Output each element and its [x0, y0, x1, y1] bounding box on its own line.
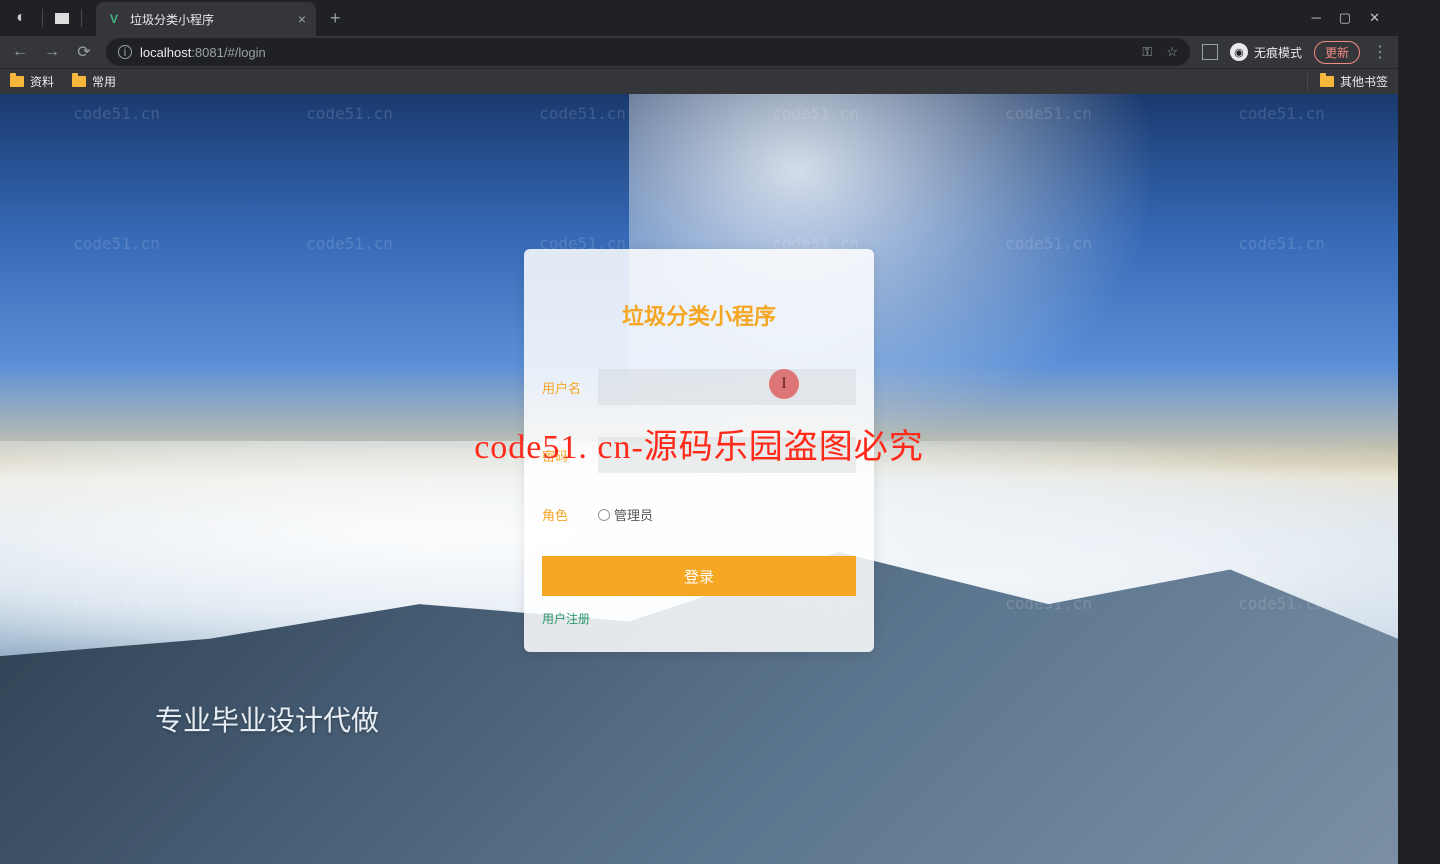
- folder-icon: [72, 76, 86, 87]
- browser-chrome: ◐ V 垃圾分类小程序 × + ─ ▢ ✕ ← → ⟳ i localhost:…: [0, 0, 1398, 94]
- os-app-icon: ◐: [12, 9, 30, 27]
- incognito-icon: ◉: [1230, 43, 1248, 61]
- folder-icon: [10, 76, 24, 87]
- site-info-icon[interactable]: i: [118, 45, 132, 59]
- radio-icon: [598, 509, 610, 521]
- bookmark-folder[interactable]: 常用: [72, 73, 116, 90]
- bookmark-folder[interactable]: 资料: [10, 73, 54, 90]
- extensions-icon[interactable]: [1202, 44, 1218, 60]
- login-card: 垃圾分类小程序 用户名 密码 角色 管理员 登录 用户注册: [524, 249, 874, 652]
- role-row: 角色 管理员: [542, 505, 856, 524]
- nav-bar: ← → ⟳ i localhost:8081/#/login ⚿ ☆ ◉ 无痕模…: [0, 36, 1398, 68]
- login-title: 垃圾分类小程序: [542, 299, 856, 331]
- maximize-button[interactable]: ▢: [1339, 10, 1351, 26]
- tab-favicon-icon: V: [106, 11, 122, 27]
- menu-icon[interactable]: ⋮: [1372, 42, 1388, 62]
- register-link[interactable]: 用户注册: [542, 610, 590, 627]
- close-tab-icon[interactable]: ×: [298, 11, 306, 27]
- reload-button[interactable]: ⟳: [74, 42, 94, 62]
- update-button[interactable]: 更新: [1314, 41, 1360, 64]
- bookmark-star-icon[interactable]: ☆: [1166, 44, 1178, 60]
- incognito-badge: ◉ 无痕模式: [1230, 43, 1302, 61]
- page-content: code51.cncode51.cncode51.cncode51.cncode…: [0, 94, 1398, 864]
- username-input[interactable]: [598, 369, 856, 405]
- login-button[interactable]: 登录: [542, 556, 856, 596]
- minimize-button[interactable]: ─: [1312, 10, 1321, 26]
- bookmarks-bar: 资料 常用 其他书签: [0, 68, 1398, 94]
- back-button[interactable]: ←: [10, 43, 30, 61]
- new-tab-button[interactable]: +: [324, 6, 347, 31]
- username-row: 用户名: [542, 369, 856, 405]
- forward-button[interactable]: →: [42, 43, 62, 61]
- password-label: 密码: [542, 446, 598, 465]
- other-bookmarks[interactable]: 其他书签: [1307, 73, 1388, 90]
- os-window-icon: [55, 13, 69, 24]
- role-label: 角色: [542, 505, 598, 524]
- password-input[interactable]: [598, 437, 856, 473]
- role-radio-admin[interactable]: 管理员: [598, 505, 653, 524]
- separator: [81, 9, 82, 27]
- url-text: localhost:8081/#/login: [140, 45, 266, 60]
- tab-title: 垃圾分类小程序: [130, 11, 290, 28]
- close-window-button[interactable]: ✕: [1369, 10, 1380, 26]
- url-bar[interactable]: i localhost:8081/#/login ⚿ ☆: [106, 38, 1190, 66]
- separator: [42, 9, 43, 27]
- folder-icon: [1320, 76, 1334, 87]
- username-label: 用户名: [542, 378, 598, 397]
- key-icon[interactable]: ⚿: [1142, 44, 1152, 60]
- browser-tab-active[interactable]: V 垃圾分类小程序 ×: [96, 2, 316, 36]
- tab-bar: ◐ V 垃圾分类小程序 × + ─ ▢ ✕: [0, 0, 1398, 36]
- password-row: 密码: [542, 437, 856, 473]
